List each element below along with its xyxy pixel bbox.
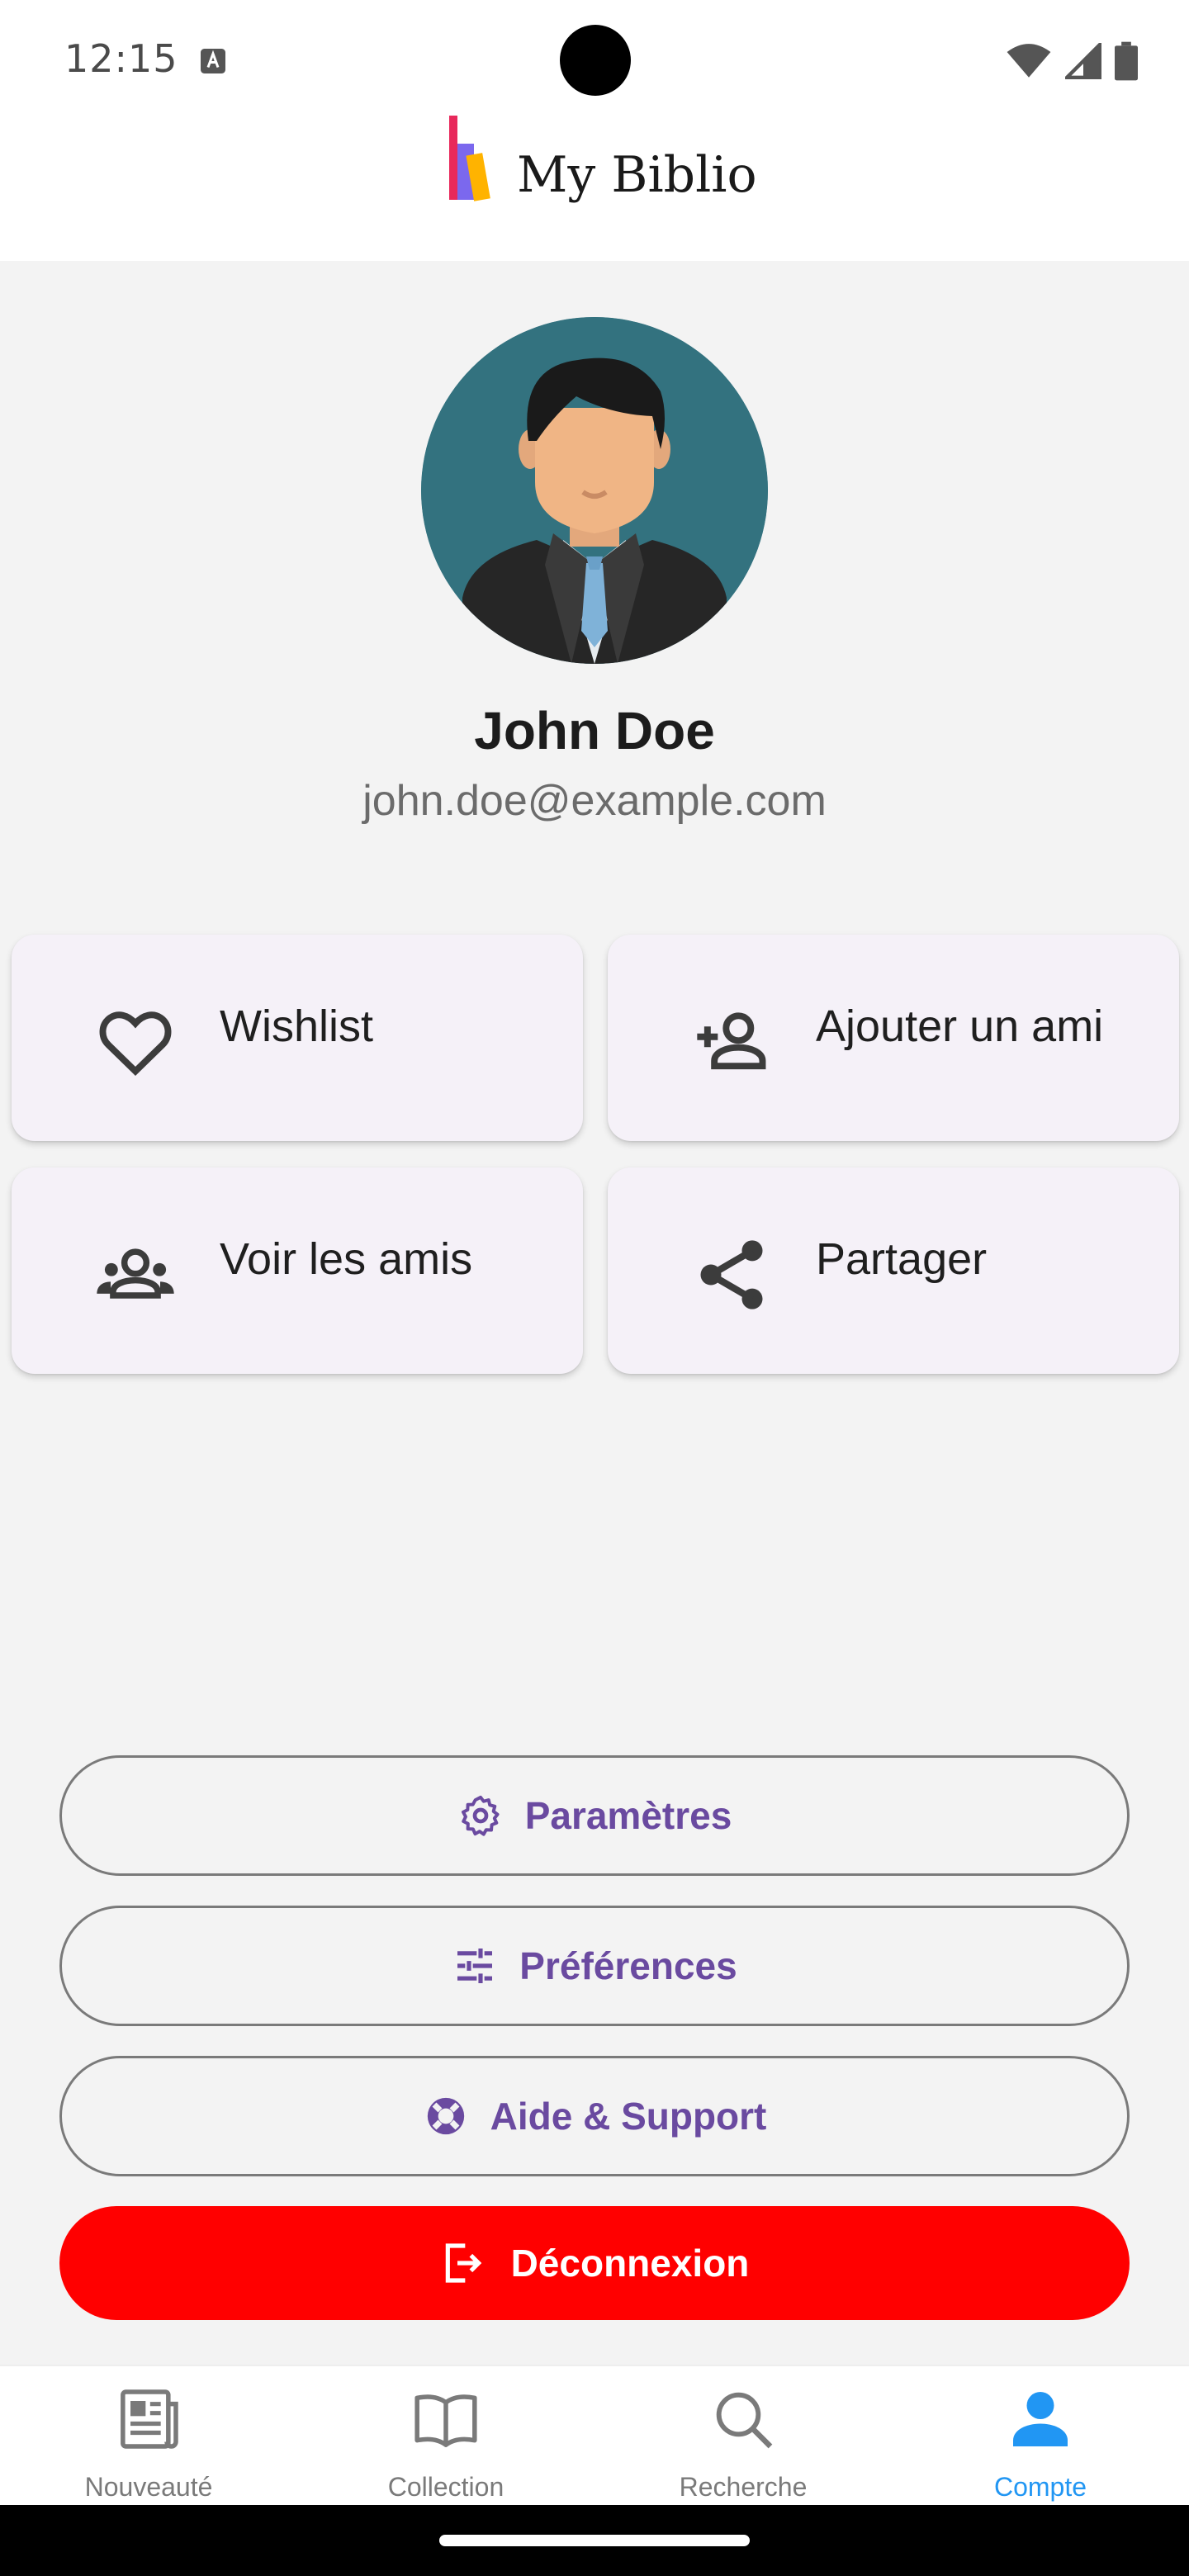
support-label: Aide & Support: [490, 2095, 767, 2138]
logout-button[interactable]: Déconnexion: [59, 2206, 1130, 2320]
view-friends-label: Voir les amis: [220, 1234, 473, 1284]
preferences-button[interactable]: Préférences: [59, 1906, 1130, 2026]
share-icon: [700, 1240, 763, 1309]
keyboard-a-icon: [201, 49, 225, 73]
preferences-label: Préférences: [519, 1944, 737, 1987]
user-name: John Doe: [474, 701, 715, 760]
support-button[interactable]: Aide & Support: [59, 2056, 1130, 2176]
settings-label: Paramètres: [524, 1794, 732, 1837]
tune-icon: [457, 1949, 493, 1983]
wifi-icon: [1007, 44, 1051, 78]
settings-button[interactable]: Paramètres: [59, 1755, 1130, 1876]
lifebuoy-icon: [427, 2097, 464, 2135]
nav-label: Recherche: [679, 2472, 808, 2502]
heart-outline-icon: [99, 1011, 172, 1076]
search-icon: [716, 2392, 773, 2449]
account-icon: [1013, 2392, 1068, 2446]
nav-item-recherche[interactable]: Recherche: [594, 2366, 892, 2507]
avatar[interactable]: [421, 317, 768, 664]
bottom-nav: Nouveauté Collection Recherche Compte: [0, 2365, 1189, 2505]
newspaper-icon: [121, 2389, 178, 2449]
wishlist-card[interactable]: Wishlist: [12, 935, 583, 1141]
signal-icon: [1065, 43, 1101, 79]
nav-label: Nouveauté: [84, 2472, 213, 2502]
share-label: Partager: [816, 1234, 988, 1284]
book-open-icon: [414, 2394, 477, 2447]
people-icon: [97, 1248, 174, 1299]
nav-item-nouveaute[interactable]: Nouveauté: [0, 2366, 297, 2507]
nav-label: Collection: [387, 2472, 504, 2502]
businessman-avatar-icon: [421, 317, 768, 664]
app-title: My Biblio: [517, 146, 757, 204]
add-friend-label: Ajouter un ami: [816, 1002, 1104, 1051]
camera-cutout: [560, 25, 631, 96]
person-add-icon: [697, 1012, 766, 1070]
logout-label: Déconnexion: [510, 2242, 750, 2285]
logout-icon: [445, 2243, 481, 2283]
gesture-handle[interactable]: [439, 2535, 750, 2546]
status-icons: [1006, 41, 1138, 81]
books-logo-icon: [449, 116, 490, 201]
nav-item-compte[interactable]: Compte: [892, 2366, 1189, 2507]
add-friend-card[interactable]: Ajouter un ami: [608, 935, 1179, 1141]
wishlist-label: Wishlist: [220, 1002, 373, 1051]
status-bar: 12:15: [0, 0, 1189, 116]
status-time: 12:15: [64, 36, 178, 81]
app-logo: My Biblio: [446, 116, 757, 201]
gear-icon: [461, 1795, 500, 1836]
view-friends-card[interactable]: Voir les amis: [12, 1167, 583, 1374]
nav-label: Compte: [993, 2472, 1087, 2502]
app-header: My Biblio: [0, 99, 1189, 261]
nav-item-collection[interactable]: Collection: [297, 2366, 594, 2507]
share-card[interactable]: Partager: [608, 1167, 1179, 1374]
user-email: john.doe@example.com: [362, 777, 827, 825]
battery-icon: [1115, 41, 1138, 81]
